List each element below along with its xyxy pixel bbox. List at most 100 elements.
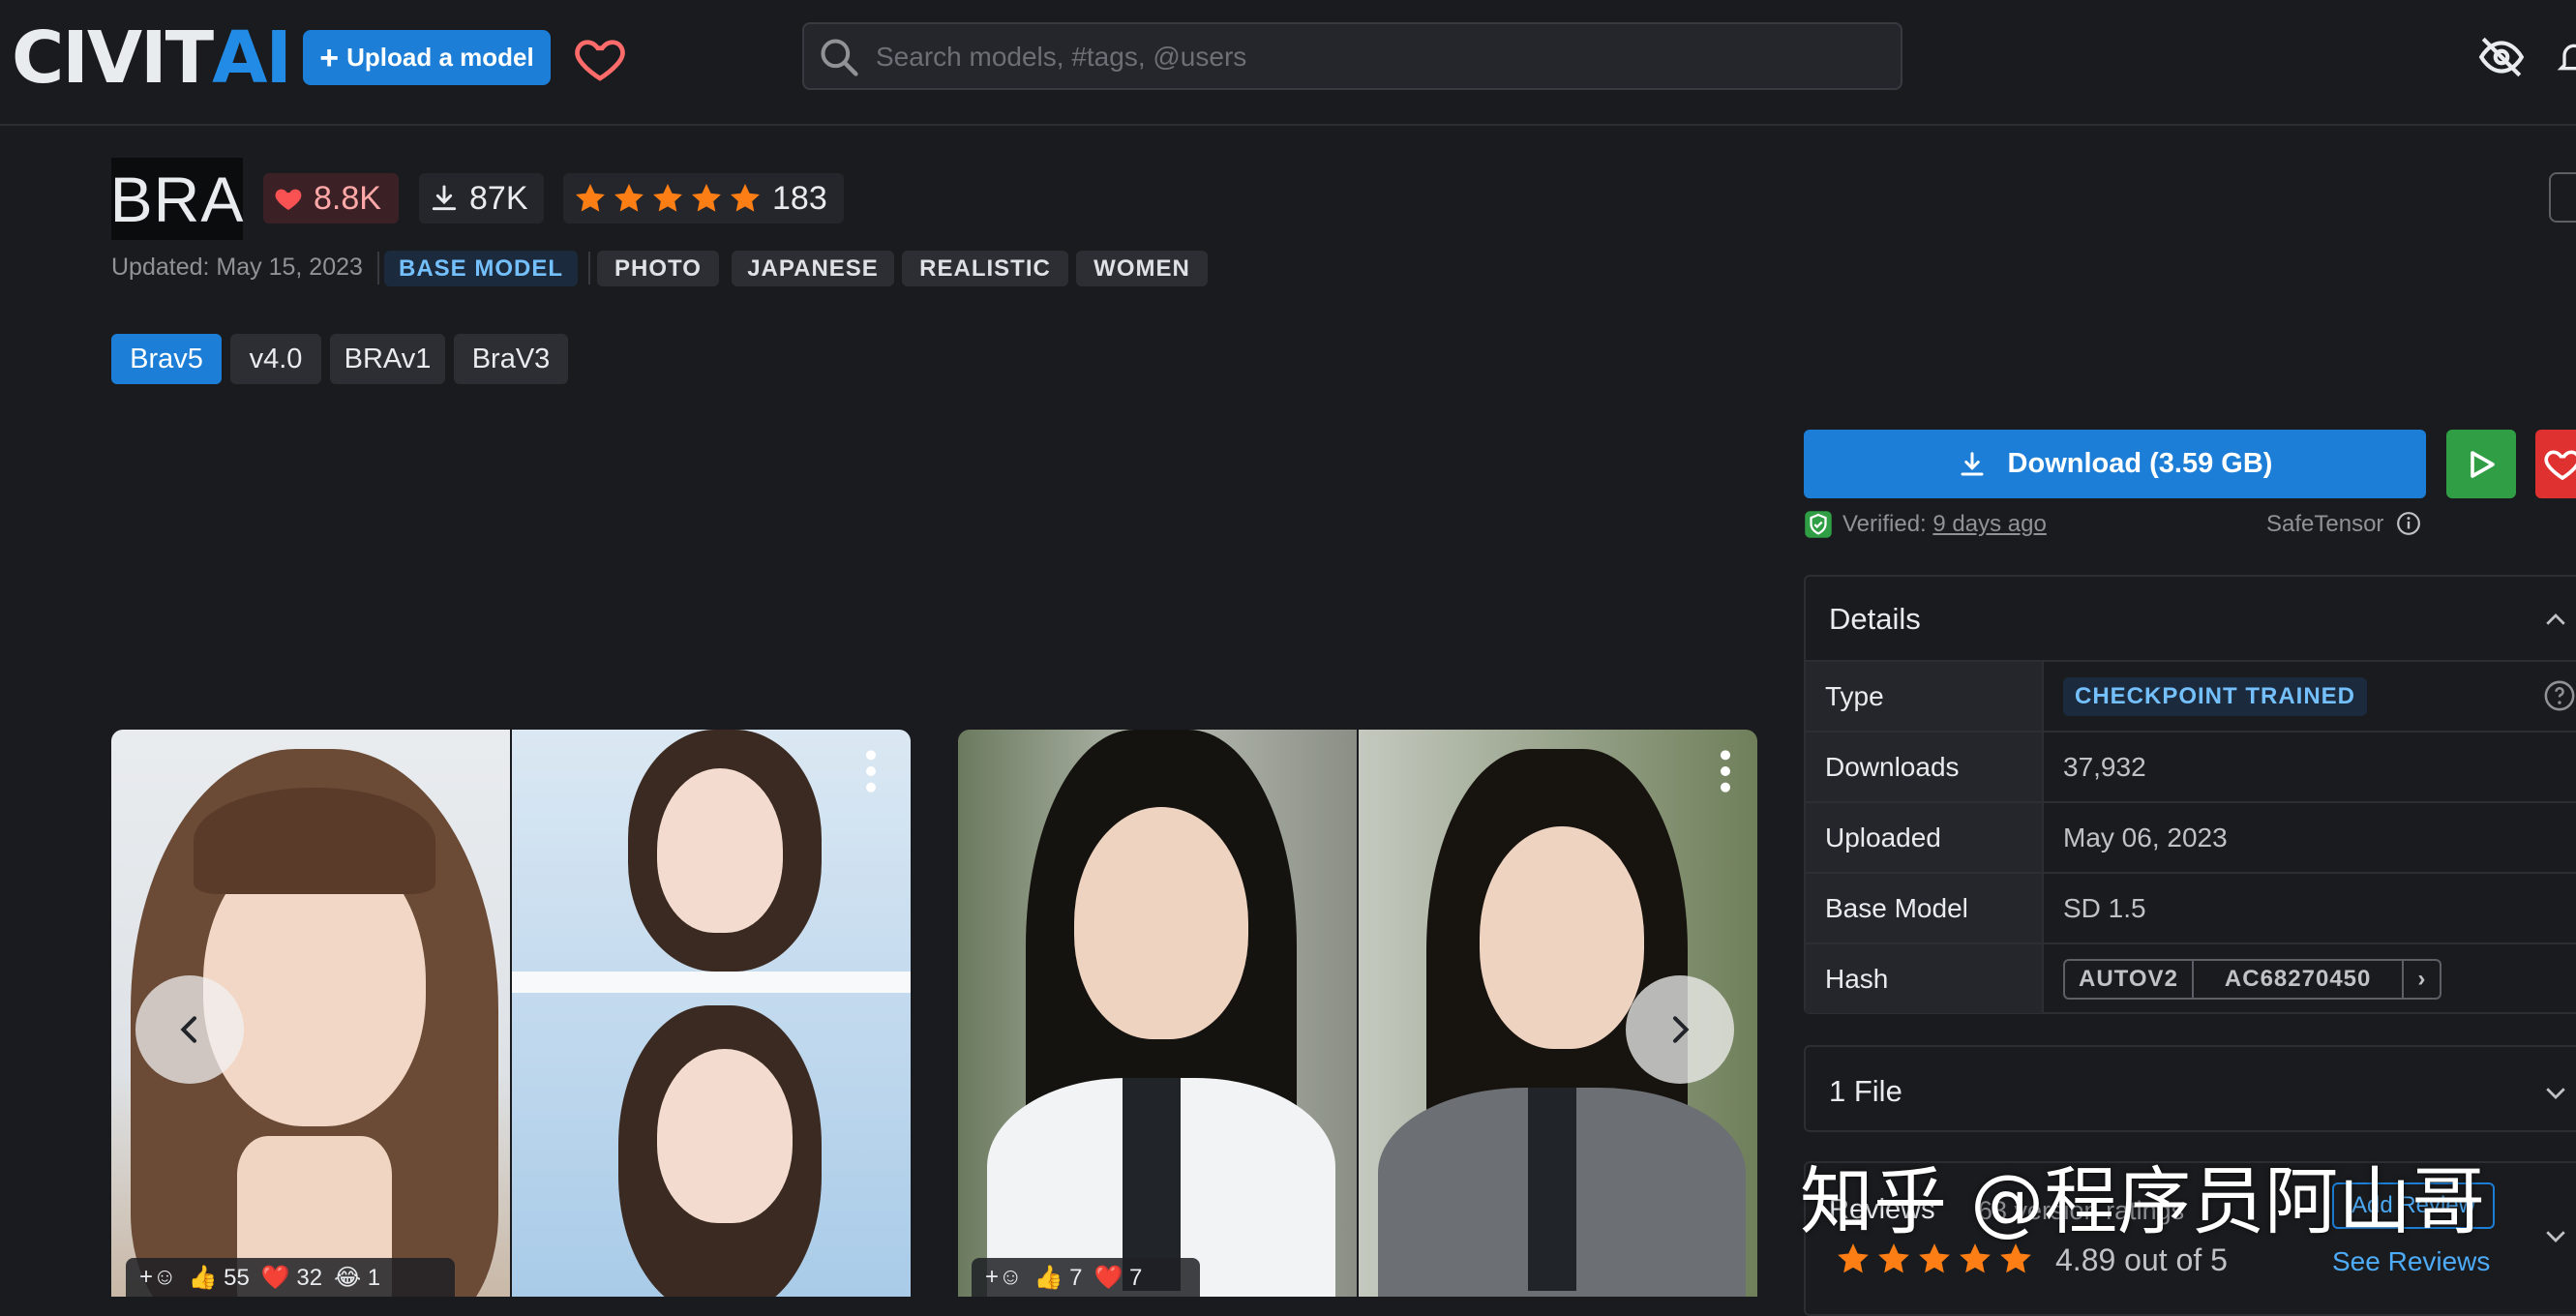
chevron-left-icon <box>180 1016 196 1043</box>
details-row-type: Type CHECKPOINT TRAINED <box>1806 660 2576 731</box>
download-button[interactable]: Download (3.59 GB) <box>1804 430 2426 498</box>
details-label: Type <box>1806 662 2044 731</box>
carousel-next-button[interactable] <box>1626 975 1734 1084</box>
model-title: BRA <box>109 163 245 235</box>
downloads-stat: 87K <box>419 173 544 224</box>
details-value: 37,932 <box>2063 751 2146 782</box>
like-count: 7 <box>1069 1264 1083 1291</box>
add-reaction-icon[interactable]: +☺ <box>139 1264 177 1291</box>
reaction-bar: +☺ 👍 55 ❤️ 32 😂 1 <box>126 1258 455 1297</box>
verified-date-link[interactable]: 9 days ago <box>1932 511 2046 537</box>
info-icon[interactable] <box>2396 511 2421 536</box>
gallery-image <box>958 730 1357 1297</box>
divider <box>588 252 590 284</box>
star-icon <box>653 184 682 212</box>
star-icon <box>614 184 644 212</box>
details-label: Downloads <box>1806 733 2044 801</box>
base-model-tag[interactable]: BASE MODEL <box>384 251 578 286</box>
hash-selector[interactable]: AUTOV2 AC68270450 › <box>2063 958 2442 1000</box>
likes-count: 8.8K <box>314 179 381 217</box>
watermark-text: 知乎 @程序员阿山哥 <box>1800 1158 2486 1244</box>
hash-value[interactable]: AC68270450 <box>2194 960 2405 998</box>
search-input[interactable] <box>874 34 1884 80</box>
heart-count: 32 <box>296 1264 323 1291</box>
verified-text: Verified: 9 days ago <box>1842 511 2047 538</box>
laugh-count: 1 <box>367 1264 381 1291</box>
civitai-logo[interactable]: CIVIT AI <box>12 16 292 100</box>
tag-women[interactable]: WOMEN <box>1076 251 1208 286</box>
star-icon <box>731 184 760 212</box>
details-value: AUTOV2 AC68270450 › <box>2063 944 2442 1013</box>
star-icon <box>692 184 721 212</box>
details-row-uploaded: Uploaded May 06, 2023 <box>1806 801 2576 872</box>
details-row-base-model: Base Model SD 1.5 <box>1806 872 2576 942</box>
reaction-heart[interactable]: ❤️ 32 <box>261 1264 322 1292</box>
details-value: CHECKPOINT TRAINED <box>2063 662 2368 731</box>
chevron-down-icon[interactable] <box>2541 1221 2570 1250</box>
model-title-box: BRA <box>109 158 245 240</box>
run-model-button[interactable] <box>2446 430 2516 498</box>
details-label: Uploaded <box>1806 803 2044 872</box>
divider <box>377 252 379 284</box>
chevron-down-icon[interactable] <box>2541 1078 2570 1107</box>
version-tab-v4[interactable]: v4.0 <box>230 334 321 384</box>
rating-count: 183 <box>772 179 827 217</box>
safetensor-label: SafeTensor <box>2266 511 2384 537</box>
details-value: May 06, 2023 <box>2063 822 2228 852</box>
details-panel: Details Type CHECKPOINT TRAINED Download… <box>1804 575 2576 1014</box>
upload-model-button[interactable]: + Upload a model <box>303 30 551 85</box>
play-icon <box>2471 450 2495 478</box>
star-icon <box>576 184 605 212</box>
download-label: Download (3.59 GB) <box>2007 448 2273 479</box>
downloads-count: 87K <box>469 179 528 217</box>
version-tab-brav3[interactable]: BraV3 <box>454 334 568 384</box>
heart-outline-icon[interactable] <box>573 31 627 85</box>
reaction-heart[interactable]: ❤️ 7 <box>1093 1264 1142 1292</box>
details-row-downloads: Downloads 37,932 <box>1806 731 2576 801</box>
files-panel[interactable]: 1 File <box>1804 1045 2576 1132</box>
reaction-like[interactable]: 👍 7 <box>1034 1264 1083 1292</box>
logo-text-accent: AI <box>212 16 292 100</box>
carousel-prev-button[interactable] <box>135 975 244 1084</box>
help-icon[interactable] <box>2543 679 2576 712</box>
more-options-button[interactable] <box>2549 172 2576 223</box>
gallery-image <box>512 730 911 1297</box>
details-value: SD 1.5 <box>2063 892 2146 923</box>
updated-date: Updated: May 15, 2023 <box>111 254 363 281</box>
upload-model-label: Upload a model <box>346 43 534 72</box>
chevron-up-icon[interactable] <box>2541 606 2570 635</box>
heart-icon <box>275 189 302 210</box>
rating-stars <box>573 181 763 216</box>
search-bar[interactable] <box>802 22 1902 90</box>
reaction-bar: +☺ 👍 7 ❤️ 7 <box>972 1258 1200 1297</box>
search-icon <box>821 39 858 76</box>
heart-count: 7 <box>1129 1264 1143 1291</box>
details-row-hash: Hash AUTOV2 AC68270450 › <box>1806 942 2576 1013</box>
version-tab-brav1[interactable]: BRAv1 <box>330 334 445 384</box>
rating-stat[interactable]: 183 <box>563 173 844 224</box>
tag-japanese[interactable]: JAPANESE <box>732 251 894 286</box>
shield-check-icon <box>1805 511 1832 538</box>
more-vertical-icon[interactable] <box>856 747 885 795</box>
tag-realistic[interactable]: REALISTIC <box>902 251 1068 286</box>
see-reviews-link[interactable]: See Reviews <box>2332 1246 2490 1277</box>
chevron-right-icon[interactable]: › <box>2404 961 2440 998</box>
eye-off-icon[interactable] <box>2477 33 2526 81</box>
likes-stat[interactable]: 8.8K <box>263 173 399 224</box>
favorite-button[interactable] <box>2535 430 2576 498</box>
like-count: 55 <box>224 1264 250 1291</box>
download-icon <box>432 185 457 211</box>
add-reaction-icon[interactable]: +☺ <box>985 1264 1023 1291</box>
download-icon <box>1961 451 1984 475</box>
plus-icon: + <box>319 39 340 76</box>
tag-photo[interactable]: PHOTO <box>597 251 719 286</box>
more-vertical-icon[interactable] <box>1711 747 1740 795</box>
version-tab-brav5[interactable]: Brav5 <box>111 334 222 384</box>
heart-outline-icon <box>2544 450 2576 481</box>
bell-icon[interactable] <box>2555 33 2576 81</box>
details-label: Hash <box>1806 944 2044 1013</box>
reaction-laugh[interactable]: 😂 1 <box>334 1264 380 1292</box>
hash-type[interactable]: AUTOV2 <box>2065 960 2194 998</box>
reaction-like[interactable]: 👍 55 <box>189 1264 250 1292</box>
verified-label: Verified: <box>1842 511 1927 537</box>
